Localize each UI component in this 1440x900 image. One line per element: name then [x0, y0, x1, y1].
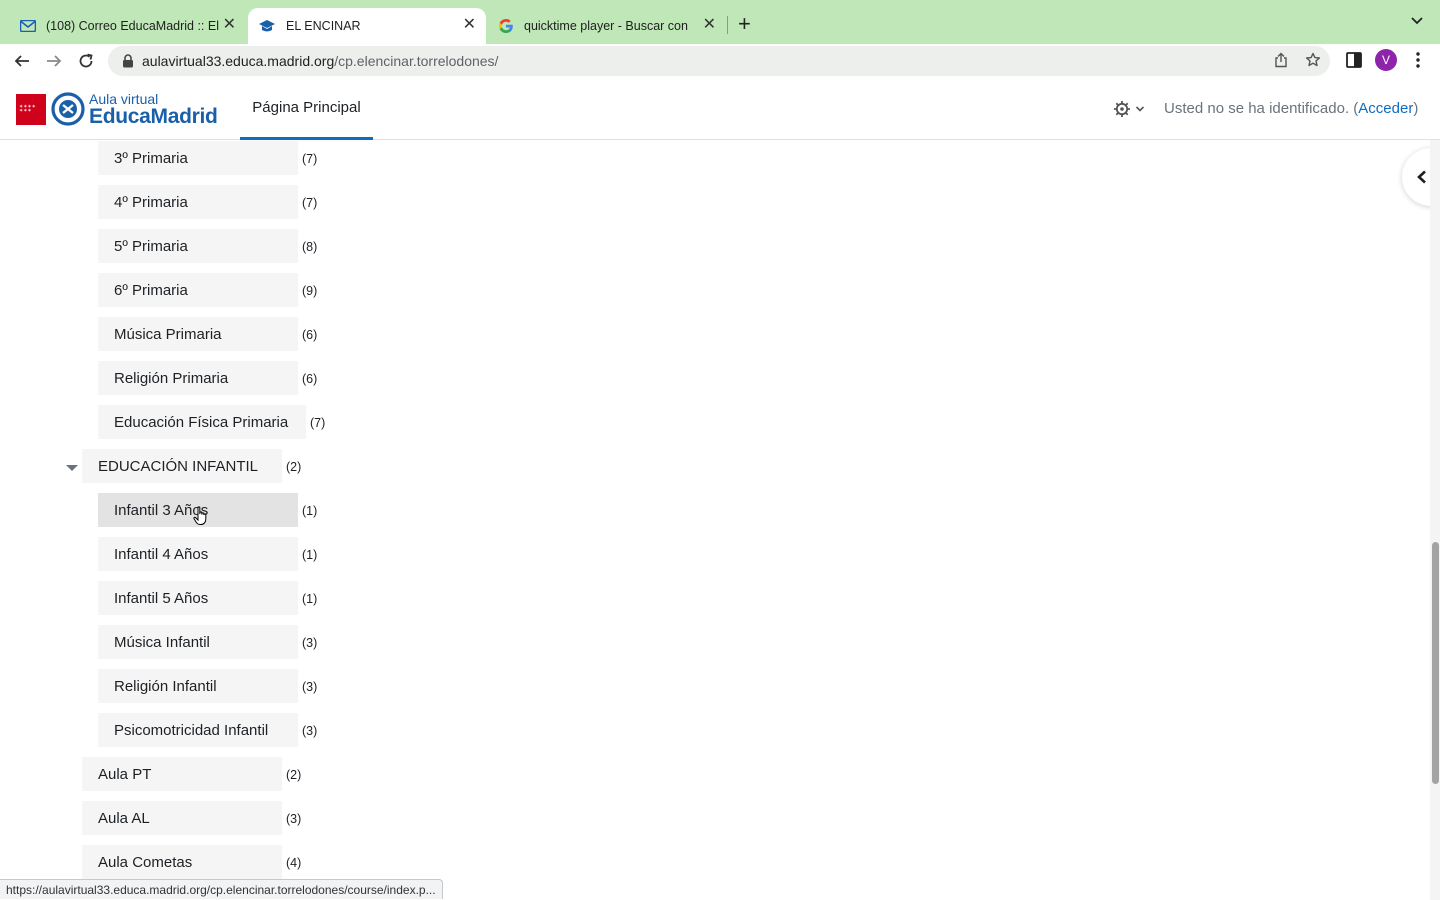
chevron-down-icon[interactable]: [1410, 14, 1424, 28]
share-icon[interactable]: [1273, 52, 1289, 68]
url-text[interactable]: aulavirtual33.educa.madrid.org/cp.elenci…: [142, 53, 498, 69]
educamadrid-emblem-icon[interactable]: [51, 92, 85, 126]
course-count: (1): [302, 592, 318, 606]
login-close-paren: ): [1413, 100, 1419, 117]
star-icon[interactable]: [1305, 52, 1321, 68]
tab-title: (108) Correo EducaMadrid :: El: [46, 19, 219, 33]
category-item[interactable]: Religión Primaria (6): [98, 361, 317, 395]
login-link[interactable]: Acceder: [1358, 100, 1413, 117]
category-item[interactable]: 4º Primaria (7): [98, 185, 317, 219]
category-link[interactable]: 4º Primaria: [98, 185, 298, 219]
category-item[interactable]: Música Primaria (6): [98, 317, 317, 351]
category-link[interactable]: Infantil 4 Años: [98, 537, 298, 571]
course-count: (2): [286, 460, 302, 474]
course-count: (1): [302, 504, 318, 518]
category-link[interactable]: 5º Primaria: [98, 229, 298, 263]
category-link[interactable]: Infantil 5 Años: [98, 581, 298, 615]
category-link[interactable]: Aula PT: [82, 757, 282, 791]
forward-arrow-icon[interactable]: [43, 50, 65, 72]
category-item[interactable]: Aula AL (3): [82, 801, 301, 835]
category-item[interactable]: Infantil 4 Años (1): [98, 537, 317, 571]
category-item[interactable]: 3º Primaria (7): [98, 141, 317, 175]
browser-toolbar: aulavirtual33.educa.madrid.org/cp.elenci…: [0, 44, 1440, 78]
course-category-tree: 3º Primaria (7) 4º Primaria (7) 5º Prima…: [0, 140, 1430, 900]
category-link[interactable]: Religión Infantil: [98, 669, 298, 703]
category-link[interactable]: Psicomotricidad Infantil: [98, 713, 298, 747]
address-bar[interactable]: aulavirtual33.educa.madrid.org/cp.elenci…: [108, 46, 1330, 76]
category-item[interactable]: Aula Cometas (4): [82, 845, 301, 879]
course-count: (6): [302, 372, 318, 386]
course-count: (7): [302, 152, 318, 166]
link-status-bar: https://aulavirtual33.educa.madrid.org/c…: [0, 879, 443, 899]
course-count: (7): [302, 196, 318, 210]
category-link[interactable]: Música Primaria: [98, 317, 298, 351]
google-icon: [498, 19, 513, 33]
category-item[interactable]: 6º Primaria (9): [98, 273, 317, 307]
category-item[interactable]: 5º Primaria (8): [98, 229, 317, 263]
category-item-educacion-infantil[interactable]: EDUCACIÓN INFANTIL (2): [82, 449, 301, 483]
tab-google-search[interactable]: quicktime player - Buscar con G ✕: [488, 8, 726, 44]
category-link[interactable]: Religión Primaria: [98, 361, 298, 395]
profile-avatar[interactable]: V: [1375, 49, 1397, 71]
close-tab-icon[interactable]: ✕: [463, 16, 476, 34]
course-count: (4): [286, 856, 302, 870]
category-link[interactable]: 3º Primaria: [98, 141, 298, 175]
category-item[interactable]: Aula PT (2): [82, 757, 301, 791]
course-count: (3): [302, 680, 318, 694]
tab-title: quicktime player - Buscar con G: [524, 19, 692, 33]
course-count: (1): [302, 548, 318, 562]
category-link[interactable]: Educación Física Primaria: [98, 405, 306, 439]
scrollbar-thumb[interactable]: [1432, 542, 1439, 784]
hand-cursor-icon: [193, 506, 207, 525]
category-item[interactable]: Religión Infantil (3): [98, 669, 317, 703]
tab-correo[interactable]: (108) Correo EducaMadrid :: El ✕: [10, 8, 246, 44]
category-link[interactable]: EDUCACIÓN INFANTIL: [82, 449, 282, 483]
category-item[interactable]: Psicomotricidad Infantil (3): [98, 713, 317, 747]
tab-el-encinar[interactable]: EL ENCINAR ✕: [248, 8, 486, 44]
category-link[interactable]: 6º Primaria: [98, 273, 298, 307]
logo-text-educamadrid[interactable]: EducaMadrid: [89, 105, 218, 129]
url-host: aulavirtual33.educa.madrid.org: [142, 53, 335, 69]
category-item[interactable]: Educación Física Primaria (7): [98, 405, 325, 439]
stars-icon: ✶✶✶✶ ✶✶✶: [19, 104, 36, 114]
side-panel-icon[interactable]: [1346, 51, 1362, 69]
lock-icon[interactable]: [122, 54, 134, 68]
new-tab-plus-icon[interactable]: +: [738, 13, 751, 35]
category-link[interactable]: Música Infantil: [98, 625, 298, 659]
back-arrow-icon[interactable]: [11, 50, 33, 72]
course-count: (3): [302, 724, 318, 738]
tab-title: EL ENCINAR: [286, 19, 361, 33]
reload-icon[interactable]: [75, 50, 97, 72]
login-text: Usted no se ha identificado. (: [1164, 100, 1359, 117]
more-options-icon[interactable]: [1413, 51, 1423, 69]
close-tab-icon[interactable]: ✕: [703, 16, 716, 34]
course-count: (3): [286, 812, 302, 826]
course-count: (2): [286, 768, 302, 782]
course-count: (9): [302, 284, 318, 298]
browser-tab-bar: (108) Correo EducaMadrid :: El ✕ EL ENCI…: [0, 0, 1440, 44]
category-item[interactable]: Música Infantil (3): [98, 625, 317, 659]
login-info: Usted no se ha identificado. (Acceder): [1164, 100, 1418, 117]
chevron-down-icon: [1135, 106, 1145, 112]
nav-pagina-principal[interactable]: Página Principal: [240, 78, 373, 140]
chevron-left-icon: [1417, 170, 1426, 184]
course-count: (7): [310, 416, 326, 430]
comunidad-madrid-flag-logo[interactable]: ✶✶✶✶ ✶✶✶: [16, 94, 46, 125]
tab-separator: [727, 16, 728, 34]
collapse-triangle-icon[interactable]: [66, 462, 78, 474]
mail-icon: [20, 20, 36, 32]
language-menu[interactable]: [1113, 100, 1145, 118]
category-item[interactable]: Infantil 5 Años (1): [98, 581, 317, 615]
course-count: (6): [302, 328, 318, 342]
site-header: ✶✶✶✶ ✶✶✶ Aula virtual EducaMadrid Página …: [0, 78, 1440, 140]
course-count: (8): [302, 240, 318, 254]
graduation-cap-icon: [259, 20, 275, 32]
close-tab-icon[interactable]: ✕: [223, 16, 236, 34]
category-link[interactable]: Aula Cometas: [82, 845, 282, 879]
gear-icon: [1114, 101, 1130, 117]
page-scrollbar[interactable]: [1430, 140, 1440, 900]
url-path: /cp.elencinar.torrelodones/: [334, 53, 499, 69]
course-count: (3): [302, 636, 318, 650]
category-link[interactable]: Aula AL: [82, 801, 282, 835]
